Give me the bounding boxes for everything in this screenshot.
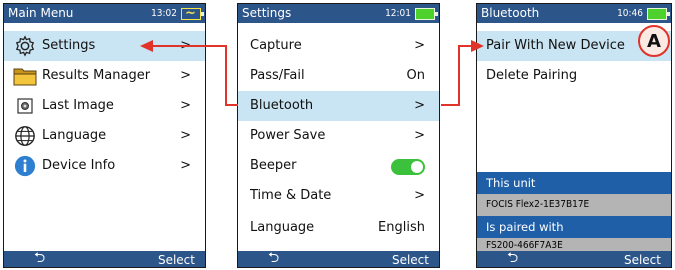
arrowhead-right-icon — [471, 40, 484, 52]
navigation-arrows — [140, 40, 484, 106]
callout-badge: A — [638, 25, 670, 57]
arrowhead-left-icon — [140, 40, 153, 52]
arrow-settings-connector — [152, 45, 238, 106]
arrow-bluetooth-connector — [441, 45, 472, 106]
